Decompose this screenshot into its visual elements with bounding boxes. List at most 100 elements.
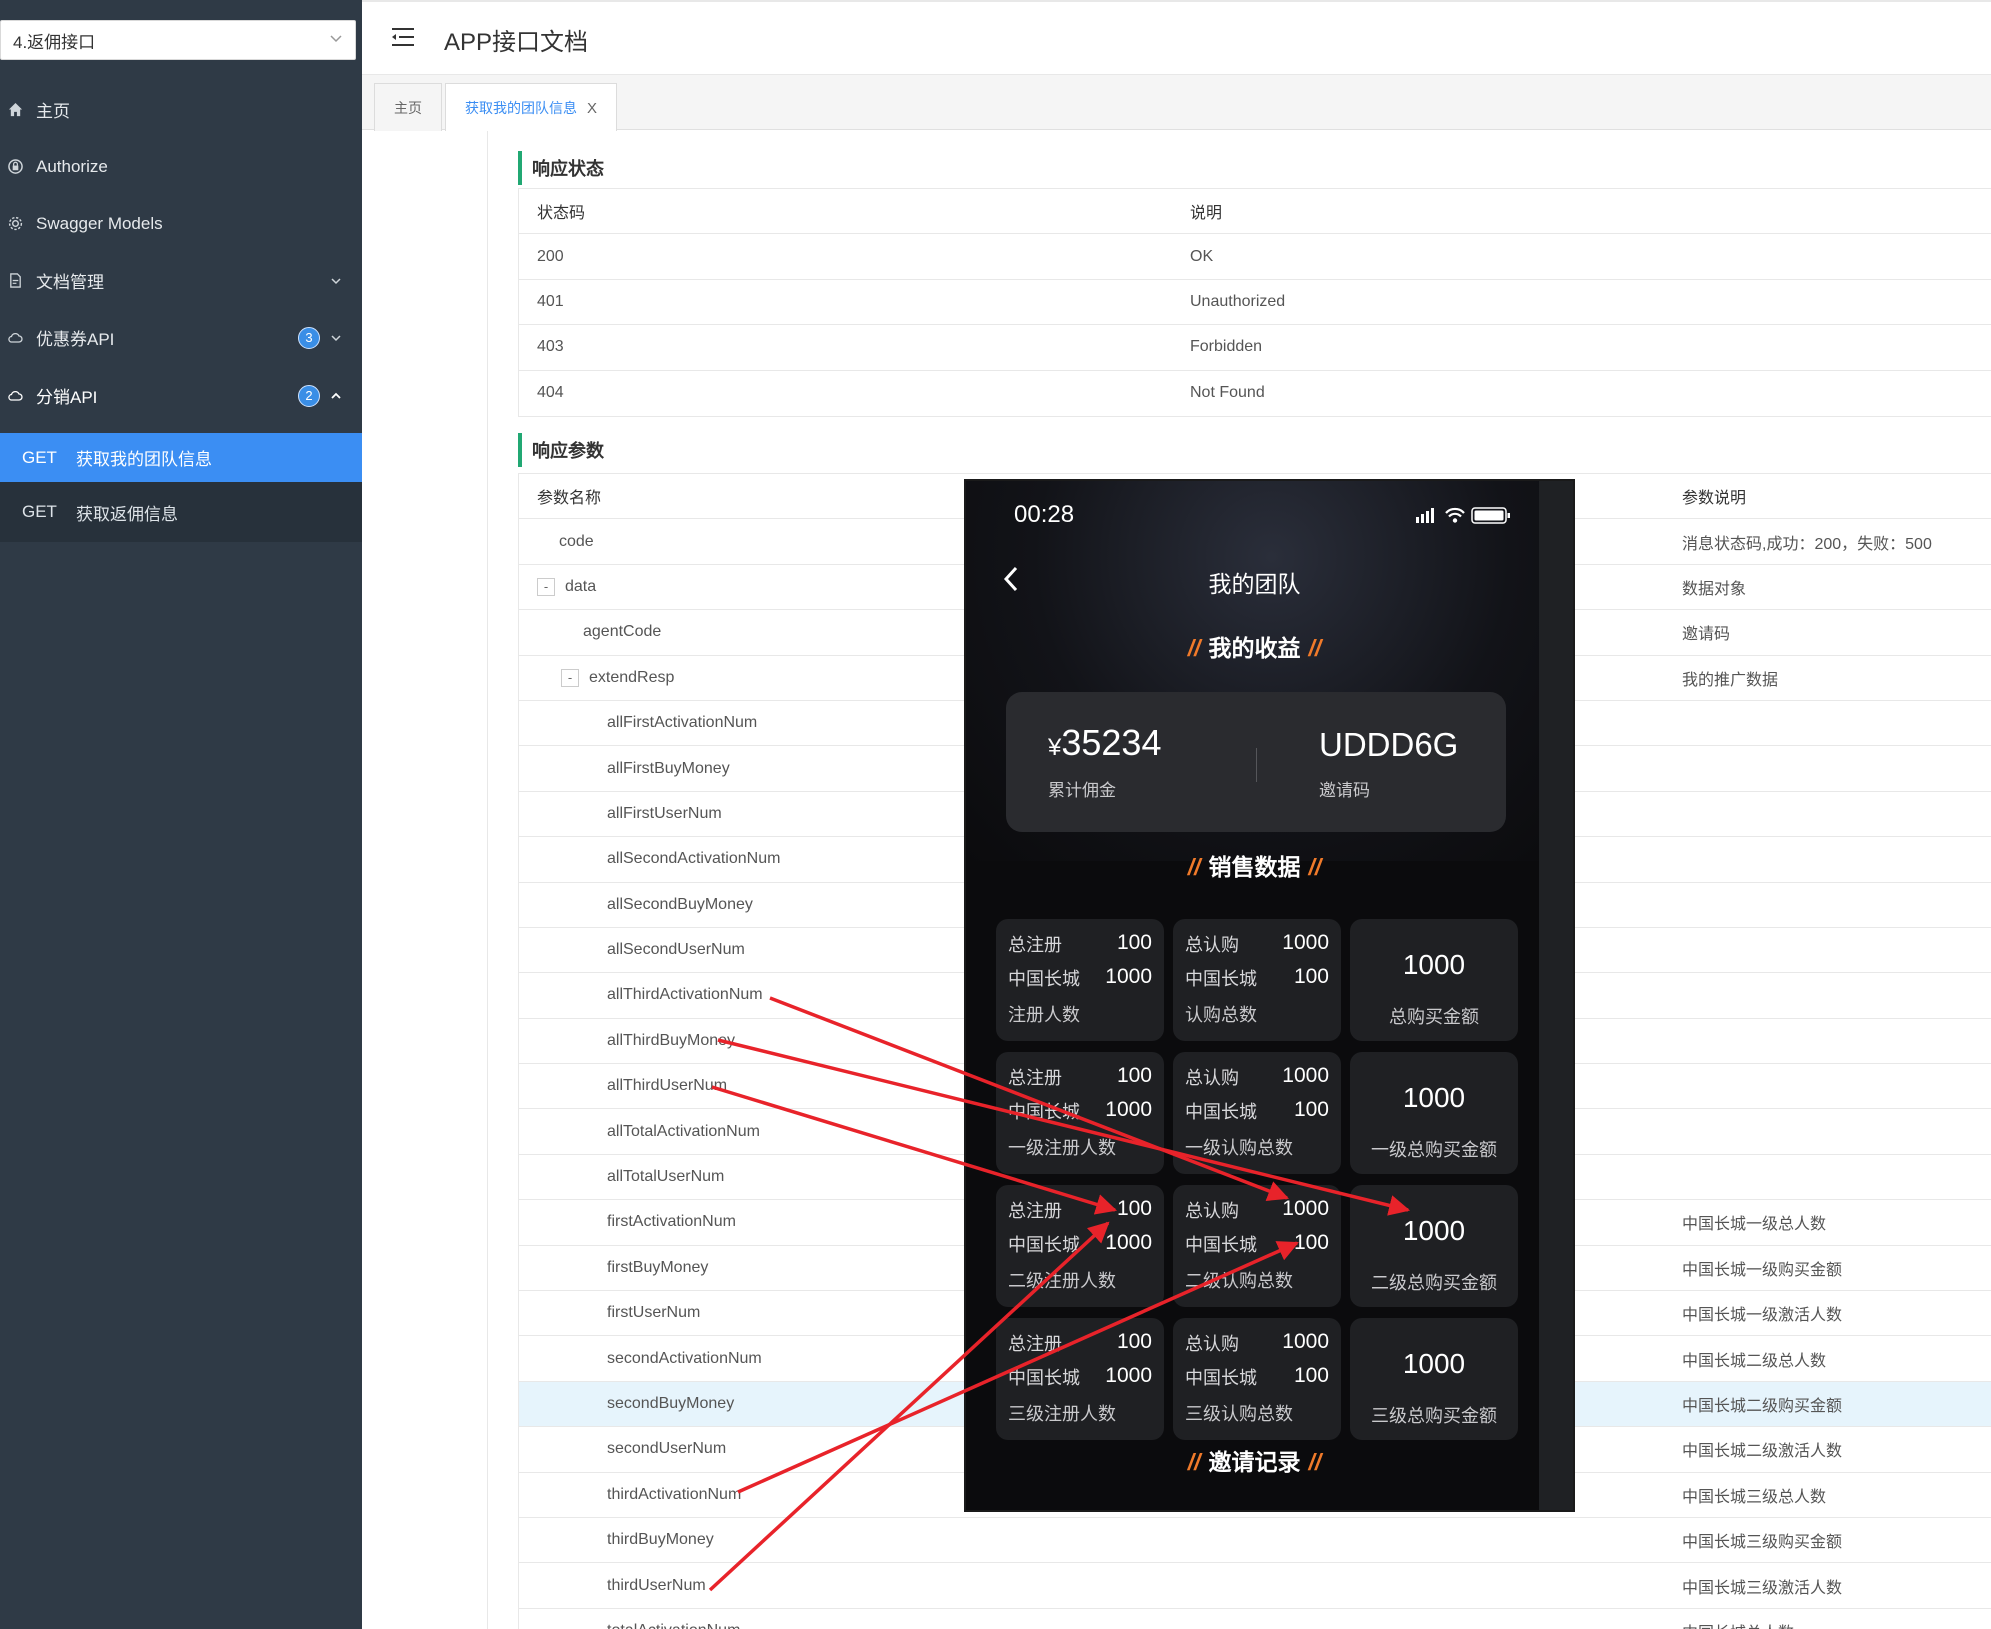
stat-key: 中国长城 [1008,1368,1080,1388]
param-name-cell: thirdActivationNum [607,1473,741,1517]
title-decoration: // [1308,854,1322,880]
sidebar-item-label: 分销API [36,388,98,407]
sidebar-subitem-get-team-info[interactable]: GET 获取我的团队信息 [0,433,362,482]
card-caption: 三级认购总数 [1185,1404,1293,1424]
cloud-icon [6,329,24,347]
card-caption: 二级注册人数 [1008,1271,1116,1291]
sidebar-item-authorize[interactable]: Authorize [0,138,362,195]
count-badge: 2 [298,384,320,407]
param-name: allSecondBuyMoney [607,895,753,913]
table-row: 403 Forbidden [519,325,1991,371]
menu-collapse-icon[interactable] [390,26,416,48]
subscription-card: 总认购 1000 中国长城 100 二级认购总数 [1173,1185,1341,1307]
sidebar-item-label: Swagger Models [36,213,163,233]
param-name-cell: allTotalUserNum [607,1155,724,1199]
purchase-amount: 1000 [1402,1082,1466,1113]
stat-row: 中国长城 1000 [1008,1364,1152,1390]
earnings-divider [1256,748,1257,782]
tab-get-team-info[interactable]: 获取我的团队信息 X [445,83,617,132]
subscription-card: 总认购 1000 中国长城 100 一级认购总数 [1173,1052,1341,1174]
stat-value: 100 [1293,1364,1329,1387]
table-row: 401 Unauthorized [519,280,1991,326]
api-group-select-value: 4.返佣接口 [13,32,96,52]
param-name-cell: thirdBuyMoney [607,1518,714,1562]
param-name-cell: - data [537,565,596,609]
stat-value: 1000 [1282,931,1329,954]
stat-key: 总注册 [1008,935,1062,955]
param-name: data [565,577,597,595]
stat-key: 总认购 [1185,1201,1239,1221]
stat-key: 中国长城 [1008,969,1080,989]
status-desc: Forbidden [1190,338,1263,356]
stat-row: 总注册 100 [1008,1330,1152,1356]
sidebar-item-label: 优惠券API [36,330,115,349]
stat-key: 总认购 [1185,935,1239,955]
section-label: 我的收益 [1208,635,1301,661]
tab-home[interactable]: 主页 [374,83,442,131]
status-bar-icons [1416,507,1510,524]
stat-key: 总注册 [1008,1201,1062,1221]
section-my-earnings: // 我的收益 // [966,629,1543,663]
card-caption: 三级总购买金额 [1371,1406,1497,1426]
stat-row: 总注册 100 [1008,1064,1152,1090]
stat-key: 中国长城 [1008,1102,1080,1122]
phone-screenshot: 00:28 我的团队 // 我的收益 // ¥35234 累计佣金 UDDD6G 邀… [964,479,1575,1512]
app-title: APP接口文档 [444,29,589,56]
param-name: allTotalUserNum [607,1168,725,1186]
api-group-select[interactable]: 4.返佣接口 [0,20,356,60]
sidebar-item-doc-management[interactable]: 文档管理 [0,252,362,309]
stat-value: 100 [1293,1098,1329,1121]
param-name: allSecondUserNum [607,941,745,959]
http-method: GET [22,447,57,467]
param-name: agentCode [583,623,662,641]
commission-label: 累计佣金 [1048,781,1116,800]
sidebar-item-label: 主页 [36,102,70,121]
stat-value: 100 [1116,1197,1152,1220]
param-name-cell: allSecondUserNum [607,928,745,972]
sidebar-item-distribution-api[interactable]: 分销API 2 [0,367,362,424]
count-badge: 3 [298,326,320,349]
collapse-toggle-icon[interactable]: - [537,577,555,596]
chevron-down-icon [331,334,341,341]
status-desc: OK [1190,247,1214,265]
collapse-toggle-icon[interactable]: - [561,668,579,687]
param-name-cell: code [559,519,594,563]
param-name-cell: allFirstActivationNum [607,701,757,745]
param-name: firstBuyMoney [607,1258,709,1276]
purchase-amount: 1000 [1402,1348,1466,1379]
stat-value: 1000 [1105,1098,1152,1121]
param-name-cell: firstBuyMoney [607,1246,708,1290]
param-name: thirdActivationNum [607,1485,742,1503]
purchase-amount-card: 1000 二级总购买金额 [1350,1185,1518,1307]
param-name-cell: agentCode [583,610,661,654]
stat-key: 总认购 [1185,1334,1239,1354]
param-name: code [559,532,594,550]
chevron-up-icon [331,392,341,399]
currency-symbol: ¥ [1048,734,1062,761]
param-desc: 中国长城一级激活人数 [1682,1307,1843,1325]
purchase-amount: 1000 [1402,949,1466,980]
param-name: allThirdActivationNum [607,986,763,1004]
sidebar: 4.返佣接口 主页 Authorize Swagger Models 文档管理 … [0,0,362,1629]
sidebar-item-coupon-api[interactable]: 优惠券API 3 [0,309,362,366]
status-code: 200 [537,247,564,265]
param-name: secondUserNum [607,1440,727,1458]
stat-value: 1000 [1105,1364,1152,1387]
sidebar-subitem-get-commission-info[interactable]: GET 获取返佣信息 [0,482,362,542]
close-icon[interactable]: X [587,100,597,117]
section-title-response-params: 响应参数 [518,433,604,467]
param-name: secondActivationNum [607,1349,762,1367]
phone-side-strip [1539,481,1573,1510]
tab-label: 主页 [394,99,422,116]
card-caption: 注册人数 [1008,1005,1080,1025]
purchase-amount-card: 1000 一级总购买金额 [1350,1052,1518,1174]
table-row: totalActivationNum 中国长城总人数 [519,1609,1991,1629]
sidebar-item-home[interactable]: 主页 [0,81,362,138]
param-name-cell: allFirstBuyMoney [607,746,730,790]
status-desc: Unauthorized [1190,292,1286,310]
card-caption: 一级注册人数 [1008,1138,1116,1158]
sidebar-item-swagger-models[interactable]: Swagger Models [0,195,362,252]
param-name-cell: totalActivationNum [607,1609,740,1629]
registration-card: 总注册 100 中国长城 1000 注册人数 [996,919,1164,1041]
param-desc: 中国长城二级总人数 [1682,1352,1827,1370]
